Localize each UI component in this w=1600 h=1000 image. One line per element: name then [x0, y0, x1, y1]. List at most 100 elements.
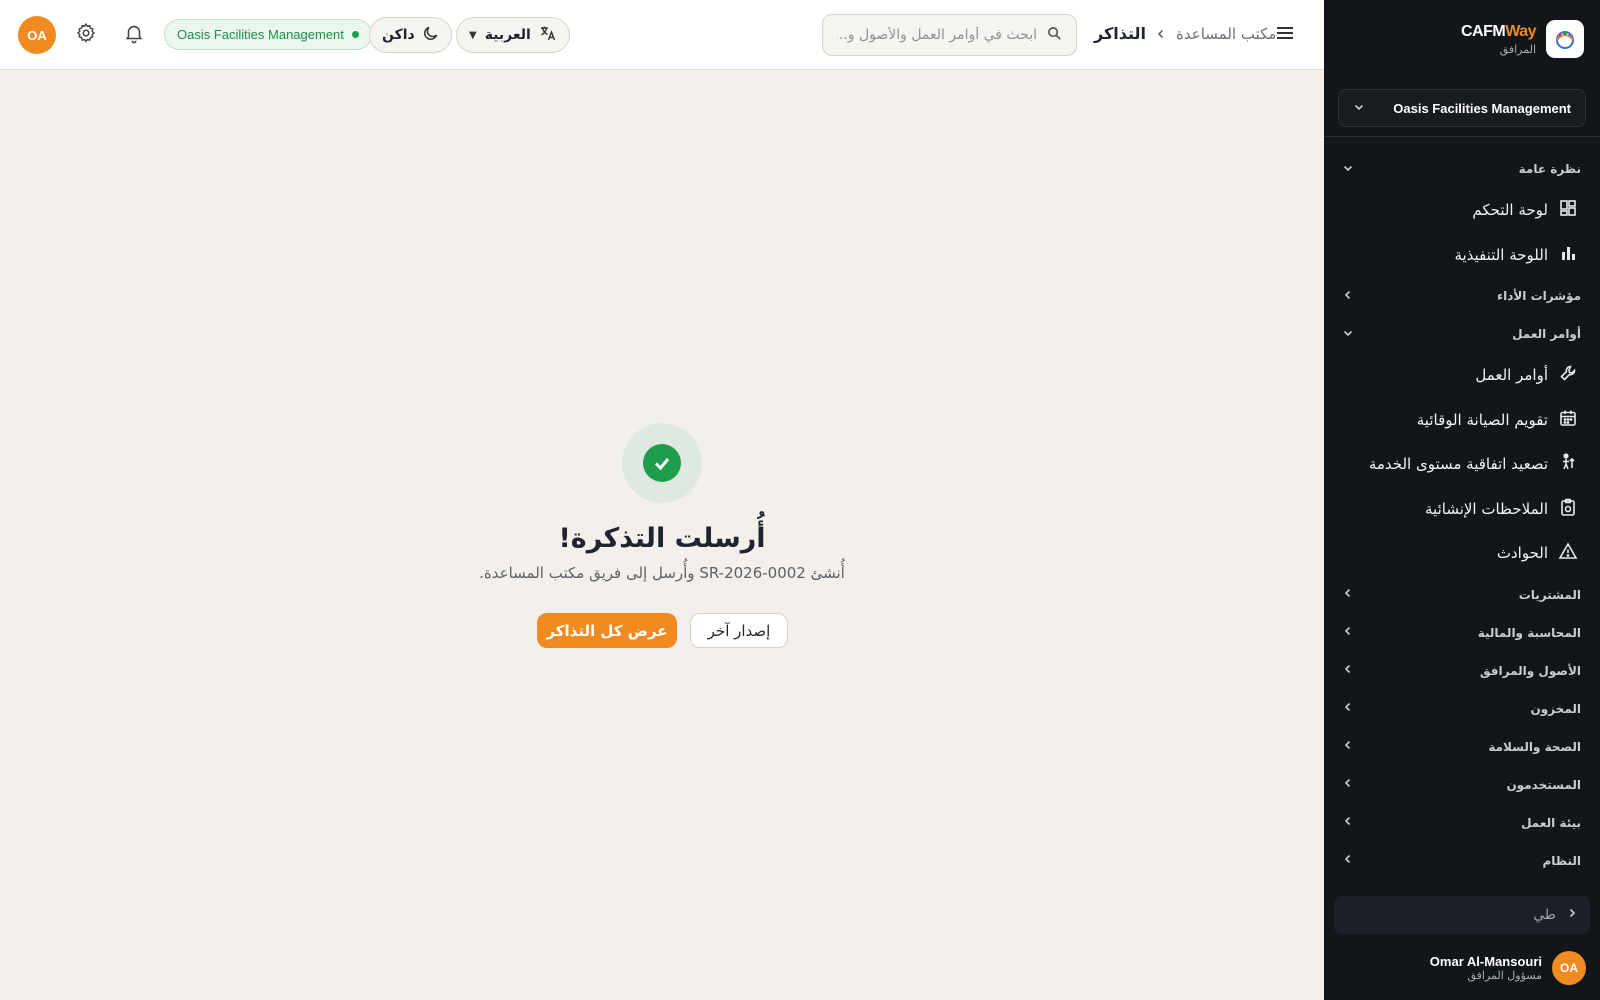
translate-icon	[539, 24, 557, 46]
chevron-left-icon	[1156, 25, 1166, 43]
sidebar-section-label: الصحة والسلامة	[1488, 739, 1581, 754]
user-role: مسؤول المرافق	[1467, 969, 1542, 982]
sidebar-section-label: المحاسبة والمالية	[1477, 625, 1581, 640]
sidebar-item-executive-board[interactable]: اللوحة التنفيذية	[1324, 233, 1600, 278]
brand-name: CAFMWay	[1460, 22, 1537, 40]
sidebar-item-sla-escalation[interactable]: تصعيد اتفاقية مستوى الخدمة	[1324, 442, 1600, 487]
sidebar-section-users[interactable]: المستخدمون	[1324, 766, 1600, 804]
sidebar-section-label: أوامر العمل	[1512, 327, 1581, 341]
sidebar-nav: نظرة عامة لوحة التحكم اللوحة التنفيذية م…	[1324, 150, 1600, 888]
chevron-left-icon	[1342, 701, 1354, 716]
brand[interactable]: CAFMWay المرافق	[1461, 20, 1584, 58]
language-select[interactable]: ▼ العربية	[456, 17, 570, 53]
sidebar-section-label: مؤشرات الأداء	[1496, 289, 1581, 303]
issue-another-button[interactable]: إصدار آخر	[690, 613, 788, 648]
breadcrumb-current: التذاكر	[1094, 24, 1147, 43]
menu-toggle-button[interactable]	[1268, 18, 1302, 52]
sidebar-section-label: المشتريات	[1518, 587, 1581, 602]
dashboard-icon	[1558, 198, 1578, 222]
sidebar: CAFMWay المرافق Oasis Facilities Managem…	[1324, 0, 1600, 1000]
brand-subtitle: المرافق	[1499, 42, 1536, 56]
sidebar-section-inventory[interactable]: المخزون	[1324, 690, 1600, 728]
status-dot	[351, 31, 359, 38]
moon-icon	[423, 25, 439, 45]
check-icon	[643, 444, 681, 482]
bar-chart-icon	[1558, 243, 1578, 267]
chevron-left-icon	[1342, 289, 1354, 304]
chevron-left-icon	[1342, 853, 1354, 868]
sidebar-item-label: تقويم الصيانة الوقائية	[1416, 410, 1548, 429]
sidebar-item-label: تصعيد اتفاقية مستوى الخدمة	[1368, 455, 1548, 474]
organization-badge: Oasis Facilities Management	[164, 19, 372, 50]
chevron-left-icon	[1342, 625, 1354, 640]
avatar[interactable]: OA	[18, 16, 56, 54]
sidebar-item-label: الحوادث	[1496, 544, 1548, 563]
chevron-down-icon	[1342, 327, 1354, 342]
sidebar-section-label: النظام	[1542, 853, 1581, 868]
sidebar-collapse-button[interactable]: طي	[1334, 896, 1590, 934]
sidebar-section-label: الأصول والمرافق	[1479, 663, 1581, 678]
wrench-icon	[1558, 363, 1578, 387]
escalation-icon	[1558, 452, 1578, 476]
breadcrumb-parent[interactable]: مكتب المساعدة	[1176, 25, 1276, 43]
chevron-right-icon	[1566, 907, 1578, 923]
sidebar-section-overview[interactable]: نظرة عامة	[1324, 150, 1600, 188]
bell-icon	[123, 22, 145, 48]
theme-label: داكن	[382, 27, 415, 43]
sidebar-item-pm-calendar[interactable]: تقويم الصيانة الوقائية	[1324, 398, 1600, 443]
sidebar-item-dashboard[interactable]: لوحة التحكم	[1324, 188, 1600, 233]
user-profile[interactable]: OA Omar Al-Mansouri مسؤول المرافق	[1430, 951, 1586, 985]
theme-toggle[interactable]: داكن	[369, 17, 452, 53]
organization-badge-label: Oasis Facilities Management	[177, 27, 344, 42]
sidebar-section-work-orders[interactable]: أوامر العمل	[1324, 315, 1600, 353]
success-indicator	[622, 423, 702, 503]
chevron-left-icon	[1342, 739, 1354, 754]
sidebar-divider	[1324, 136, 1600, 137]
sidebar-item-label: أوامر العمل	[1475, 366, 1548, 385]
sidebar-item-label: اللوحة التنفيذية	[1454, 245, 1548, 264]
warning-icon	[1558, 541, 1578, 565]
sidebar-item-label: لوحة التحكم	[1472, 201, 1548, 220]
chevron-left-icon	[1342, 663, 1354, 678]
clipboard-icon	[1558, 497, 1578, 521]
sidebar-section-label: بيئة العمل	[1521, 815, 1581, 830]
sidebar-item-label: الملاحظات الإنشائية	[1425, 499, 1548, 518]
chevron-down-icon	[1353, 101, 1365, 116]
sidebar-section-procurement[interactable]: المشتريات	[1324, 576, 1600, 614]
chevron-left-icon	[1342, 777, 1354, 792]
language-label: العربية	[484, 27, 531, 43]
sidebar-section-system[interactable]: النظام	[1324, 842, 1600, 880]
notifications-button[interactable]	[117, 18, 151, 52]
breadcrumb: مكتب المساعدة التذاكر	[1094, 24, 1276, 43]
success-message: أُنشئ SR-2026-0002 وأُرسل إلى فريق مكتب …	[479, 564, 845, 582]
sidebar-section-label: المخزون	[1530, 701, 1581, 716]
user-name: Omar Al-Mansouri	[1429, 954, 1542, 969]
chevron-down-icon	[1342, 162, 1354, 177]
calendar-icon	[1558, 408, 1578, 432]
chevron-left-icon	[1342, 587, 1354, 602]
sidebar-section-workspace[interactable]: بيئة العمل	[1324, 804, 1600, 842]
sidebar-item-incidents[interactable]: الحوادث	[1324, 531, 1600, 576]
settings-button[interactable]	[69, 18, 103, 52]
success-title: أُرسلت التذكرة!	[558, 523, 766, 554]
topbar: OA Oasis Facilities Management داكن ▼ ال…	[0, 0, 1324, 70]
sidebar-section-accounting[interactable]: المحاسبة والمالية	[1324, 614, 1600, 652]
global-search[interactable]	[822, 14, 1077, 56]
sidebar-section-health-safety[interactable]: الصحة والسلامة	[1324, 728, 1600, 766]
search-icon	[1047, 26, 1062, 45]
sidebar-item-work-orders[interactable]: أوامر العمل	[1324, 353, 1600, 398]
sidebar-section-kpis[interactable]: مؤشرات الأداء	[1324, 277, 1600, 315]
sidebar-item-structural-notes[interactable]: الملاحظات الإنشائية	[1324, 487, 1600, 532]
gear-icon	[75, 22, 97, 48]
sidebar-collapse-label: طي	[1533, 907, 1556, 923]
sidebar-section-label: نظرة عامة	[1518, 162, 1581, 176]
view-all-tickets-button[interactable]: عرض كل التذاكر	[537, 613, 677, 648]
search-input[interactable]	[837, 27, 1037, 43]
caret-down-icon: ▼	[469, 29, 477, 41]
avatar: OA	[1552, 951, 1586, 985]
organization-selector-label: Oasis Facilities Management	[1393, 100, 1571, 116]
chevron-left-icon	[1342, 815, 1354, 830]
organization-selector[interactable]: Oasis Facilities Management	[1338, 89, 1586, 127]
sidebar-section-assets[interactable]: الأصول والمرافق	[1324, 652, 1600, 690]
hamburger-menu-icon	[1274, 22, 1296, 48]
